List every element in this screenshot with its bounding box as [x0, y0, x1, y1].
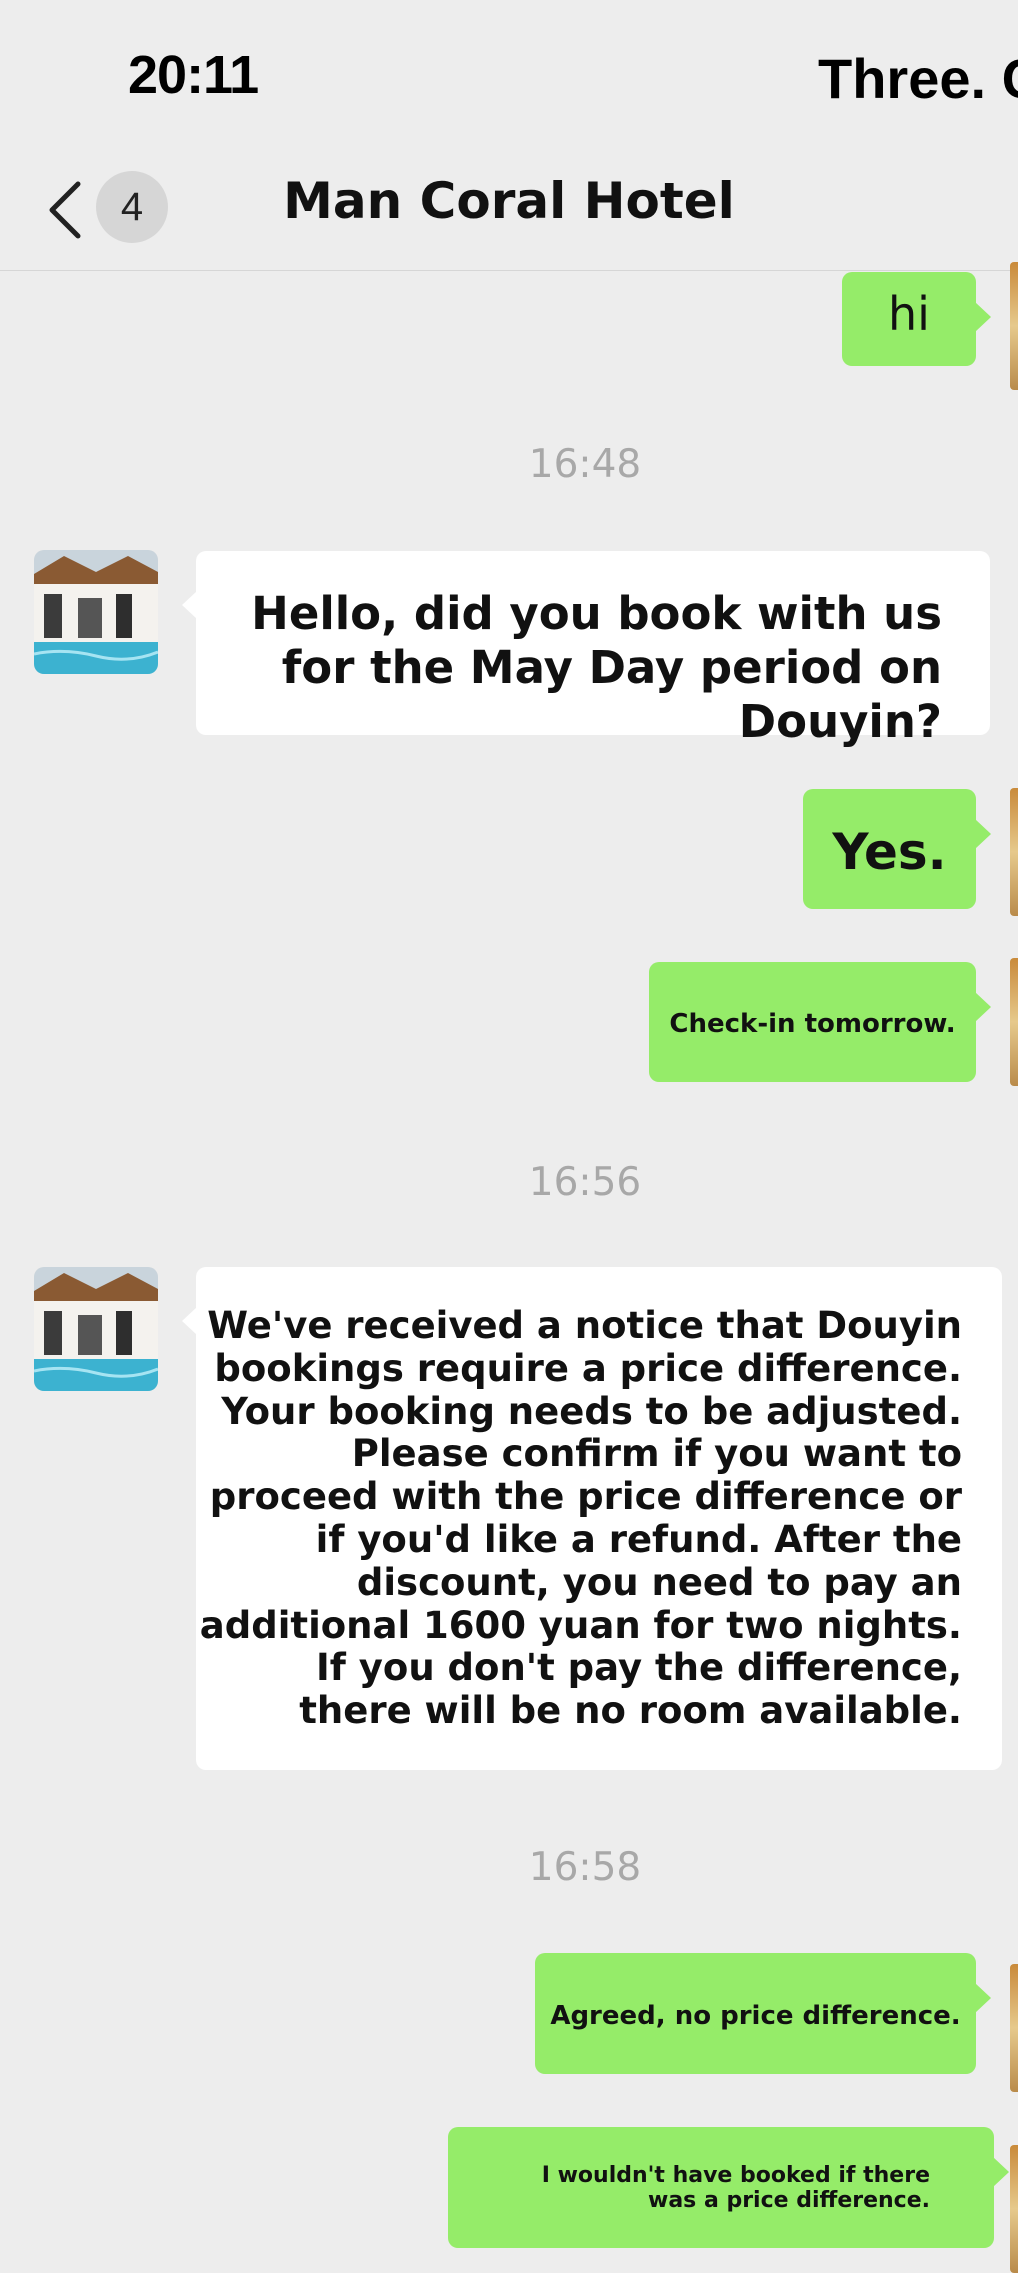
message-text: Yes. [832, 823, 947, 881]
message-bubble-outgoing[interactable]: Yes. [803, 789, 991, 909]
user-avatar [1010, 958, 1018, 1086]
hotel-pool-avatar-icon [34, 1267, 158, 1391]
message-text: Hello, did you book with us for the May … [251, 587, 942, 748]
user-avatar [1010, 1964, 1018, 2092]
user-avatar [1010, 262, 1018, 390]
message-text: hi [888, 287, 930, 341]
message-timestamp: 16:56 [528, 1160, 642, 1205]
message-bubble-outgoing[interactable]: hi [842, 272, 991, 366]
hotel-avatar[interactable] [34, 550, 158, 674]
chat-title: Man Coral Hotel [283, 172, 735, 230]
message-bubble-incoming[interactable]: We've received a notice that Douyin book… [182, 1267, 1002, 1770]
message-bubble-outgoing[interactable]: Check-in tomorrow. [649, 962, 991, 1082]
status-carrier: Three. C [818, 47, 1018, 110]
message-timestamp: 16:48 [528, 442, 642, 487]
message-text: We've received a notice that Douyin book… [199, 1304, 962, 1733]
hotel-pool-avatar-icon [34, 550, 158, 674]
message-timestamp: 16:58 [528, 1845, 642, 1890]
hotel-avatar[interactable] [34, 1267, 158, 1391]
user-avatar [1010, 788, 1018, 916]
message-bubble-incoming[interactable]: Hello, did you book with us for the May … [182, 551, 990, 748]
message-bubble-outgoing[interactable]: Agreed, no price difference. [535, 1953, 991, 2074]
message-text: I wouldn't have booked if there was a pr… [541, 2163, 930, 2213]
message-bubble-outgoing[interactable]: I wouldn't have booked if there was a pr… [448, 2127, 1009, 2248]
status-time: 20:11 [128, 45, 259, 105]
message-text: Agreed, no price difference. [550, 2001, 961, 2031]
user-avatar [1010, 2145, 1018, 2273]
message-text: Check-in tomorrow. [669, 1009, 956, 1039]
